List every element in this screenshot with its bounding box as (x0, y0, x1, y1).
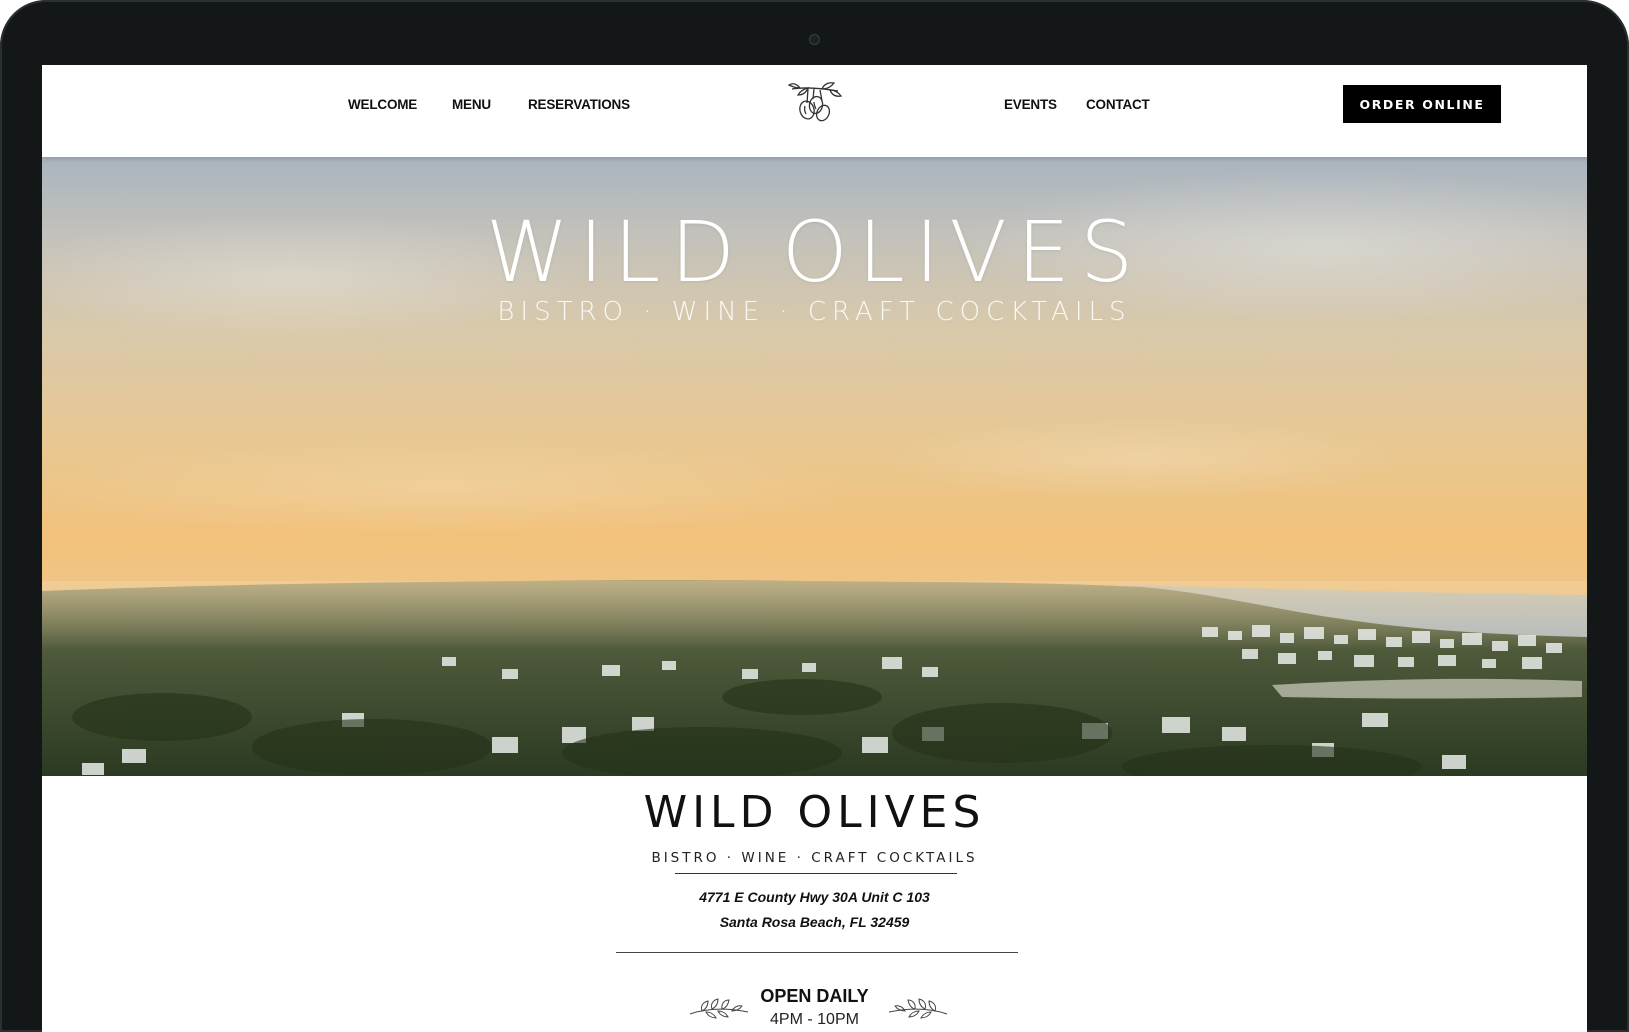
address-line-2: Santa Rosa Beach, FL 32459 (719, 914, 910, 930)
nav-contact[interactable]: CONTACT (1086, 97, 1150, 112)
opening-hours: 4PM - 10PM (770, 1011, 859, 1028)
nav-menu[interactable]: MENU (452, 97, 491, 112)
nav-events[interactable]: EVENTS (1004, 97, 1057, 112)
divider (616, 952, 1018, 953)
browser-viewport: WELCOME MENU RESERVATIONS EVENTS CONTACT… (42, 65, 1587, 1032)
address-line-1: 4771 E County Hwy 30A Unit C 103 (699, 889, 930, 905)
brand-subtitle: BISTRO · WINE · CRAFT COCKTAILS (651, 850, 978, 866)
divider (675, 873, 957, 874)
order-online-button[interactable]: ORDER ONLINE (1343, 85, 1501, 123)
nav-welcome[interactable]: WELCOME (348, 97, 417, 112)
camera-icon (809, 34, 820, 45)
hero-title: WILD OLIVES (485, 203, 1144, 301)
laptop-frame: WELCOME MENU RESERVATIONS EVENTS CONTACT… (0, 0, 1629, 1032)
olive-branch-icon[interactable] (786, 81, 844, 129)
hero-subtitle: BISTRO · WINE · CRAFT COCKTAILS (497, 297, 1132, 327)
nav-reservations[interactable]: RESERVATIONS (528, 97, 630, 112)
hero-banner: WILD OLIVES BISTRO · WINE · CRAFT COCKTA… (42, 157, 1587, 776)
brand-title: WILD OLIVES (643, 787, 986, 838)
open-daily-label: OPEN DAILY (760, 986, 869, 1006)
site-header: WELCOME MENU RESERVATIONS EVENTS CONTACT… (42, 65, 1587, 157)
